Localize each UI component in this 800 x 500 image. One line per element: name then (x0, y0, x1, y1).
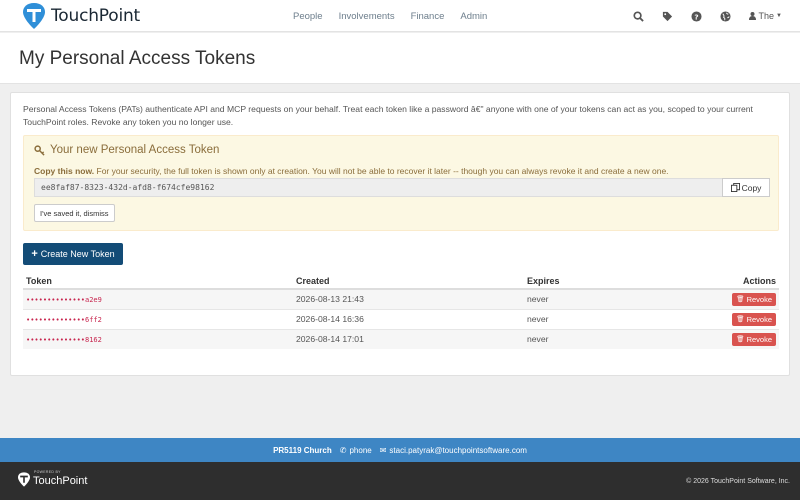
column-header-actions: Actions (644, 273, 779, 290)
page-title: My Personal Access Tokens (19, 48, 256, 69)
intro-text: Personal Access Tokens (PATs) authentica… (23, 104, 753, 127)
column-header-expires: Expires (524, 273, 644, 290)
powered-by-label: POWERED BY (34, 470, 61, 474)
alert-message: Copy this now. For your security, the fu… (34, 166, 669, 176)
tokens-panel: Personal Access Tokens (PATs) authentica… (10, 92, 790, 376)
globe-icon[interactable] (720, 10, 732, 22)
main-nav: People Involvements Finance Admin (293, 0, 503, 32)
footer-contact-bar: PR5119 Church ✆ phone ✉ staci.patyrak@to… (0, 438, 800, 462)
copy-icon (730, 183, 740, 192)
table-row: ••••••••••••••6ff2 2026-08-14 16:36 neve… (23, 308, 779, 329)
footer-logo: POWERED BY TouchPoint (18, 470, 88, 487)
user-icon (748, 12, 756, 20)
created-cell: 2026-08-13 21:43 (293, 288, 524, 309)
column-header-created: Created (293, 273, 524, 290)
copyright-text: © 2026 TouchPoint Software, Inc. (686, 478, 790, 485)
actions-cell: 🗑 Revoke (644, 328, 779, 349)
token-value-field[interactable]: ee8faf87-8323-432d-afd8-f674cfe98162 (34, 178, 722, 197)
revoke-button[interactable]: 🗑 Revoke (732, 332, 776, 346)
svg-text:?: ? (694, 12, 698, 21)
expires-cell: never (524, 308, 644, 329)
copy-button[interactable]: Copy (722, 178, 770, 197)
revoke-label: Revoke (746, 294, 772, 304)
footer-logo-name: TouchPoint (33, 475, 88, 487)
footer-phone[interactable]: phone (349, 446, 371, 455)
new-token-alert: Your new Personal Access Token Copy this… (23, 135, 779, 231)
copy-label: Copy (741, 182, 762, 193)
masked-token: ••••••••••••••6ff2 (26, 316, 102, 324)
revoke-button[interactable]: 🗑 Revoke (732, 292, 776, 306)
table-row: ••••••••••••••a2e9 2026-08-13 21:43 neve… (23, 288, 779, 309)
tokens-table: Token Created Expires Actions ••••••••••… (23, 273, 779, 349)
table-row: ••••••••••••••8162 2026-08-14 17:01 neve… (23, 328, 779, 349)
brand-logo-link[interactable]: TouchPoint (23, 3, 140, 29)
key-icon (34, 144, 45, 156)
touchpoint-logo-icon (18, 472, 30, 487)
touchpoint-logo-icon (23, 3, 45, 29)
token-cell: ••••••••••••••8162 (23, 328, 293, 349)
masked-token: ••••••••••••••8162 (26, 336, 102, 345)
column-header-token: Token (23, 273, 293, 290)
alert-message-text: For your security, the full token is sho… (96, 166, 669, 176)
trash-icon: 🗑 (736, 316, 745, 323)
help-icon[interactable]: ? (691, 10, 703, 22)
tag-icon[interactable] (662, 10, 674, 22)
trash-icon: 🗑 (736, 336, 745, 344)
user-menu[interactable]: The ▼ (748, 11, 782, 21)
nav-icons: ? The ▼ (616, 0, 782, 32)
created-cell: 2026-08-14 16:36 (293, 308, 524, 329)
actions-cell: 🗑 Revoke (644, 308, 779, 329)
nav-link-admin[interactable]: Admin (460, 11, 487, 22)
token-cell: ••••••••••••••a2e9 (23, 288, 293, 309)
revoke-label: Revoke (746, 314, 772, 324)
caret-down-icon: ▼ (776, 13, 782, 19)
alert-title: Your new Personal Access Token (34, 144, 219, 156)
revoke-button[interactable]: 🗑 Revoke (732, 312, 776, 326)
brand-name: TouchPoint (51, 6, 141, 26)
user-label: The (758, 11, 775, 21)
created-cell: 2026-08-14 17:01 (293, 328, 524, 349)
masked-token: ••••••••••••••a2e9 (26, 296, 102, 305)
envelope-icon: ✉ (379, 445, 387, 455)
nav-link-finance[interactable]: Finance (411, 11, 445, 22)
copy-now-label: Copy this now. (34, 166, 95, 176)
token-row: ee8faf87-8323-432d-afd8-f674cfe98162 Cop… (34, 178, 770, 197)
create-token-label: Create New Token (40, 249, 115, 259)
plus-icon: + (31, 248, 38, 260)
create-token-button[interactable]: + Create New Token (23, 243, 123, 265)
search-icon[interactable] (633, 10, 645, 22)
footer-church-name: PR5119 Church (273, 445, 332, 455)
token-cell: ••••••••••••••6ff2 (23, 308, 293, 329)
page-header: My Personal Access Tokens (0, 33, 800, 84)
footer-email[interactable]: staci.patyrak@touchpointsoftware.com (389, 446, 527, 455)
nav-link-people[interactable]: People (293, 11, 323, 22)
bottom-footer: POWERED BY TouchPoint © 2026 TouchPoint … (0, 462, 800, 500)
phone-icon: ✆ (339, 445, 347, 455)
trash-icon: 🗑 (736, 296, 745, 304)
revoke-label: Revoke (746, 334, 772, 344)
actions-cell: 🗑 Revoke (644, 288, 779, 309)
expires-cell: never (524, 328, 644, 349)
expires-cell: never (524, 288, 644, 309)
dismiss-button[interactable]: I've saved it, dismiss (34, 204, 115, 222)
alert-title-text: Your new Personal Access Token (50, 144, 220, 156)
top-navbar: TouchPoint People Involvements Finance A… (0, 0, 800, 32)
table-header-row: Token Created Expires Actions (23, 273, 779, 290)
nav-link-involvements[interactable]: Involvements (339, 11, 395, 22)
